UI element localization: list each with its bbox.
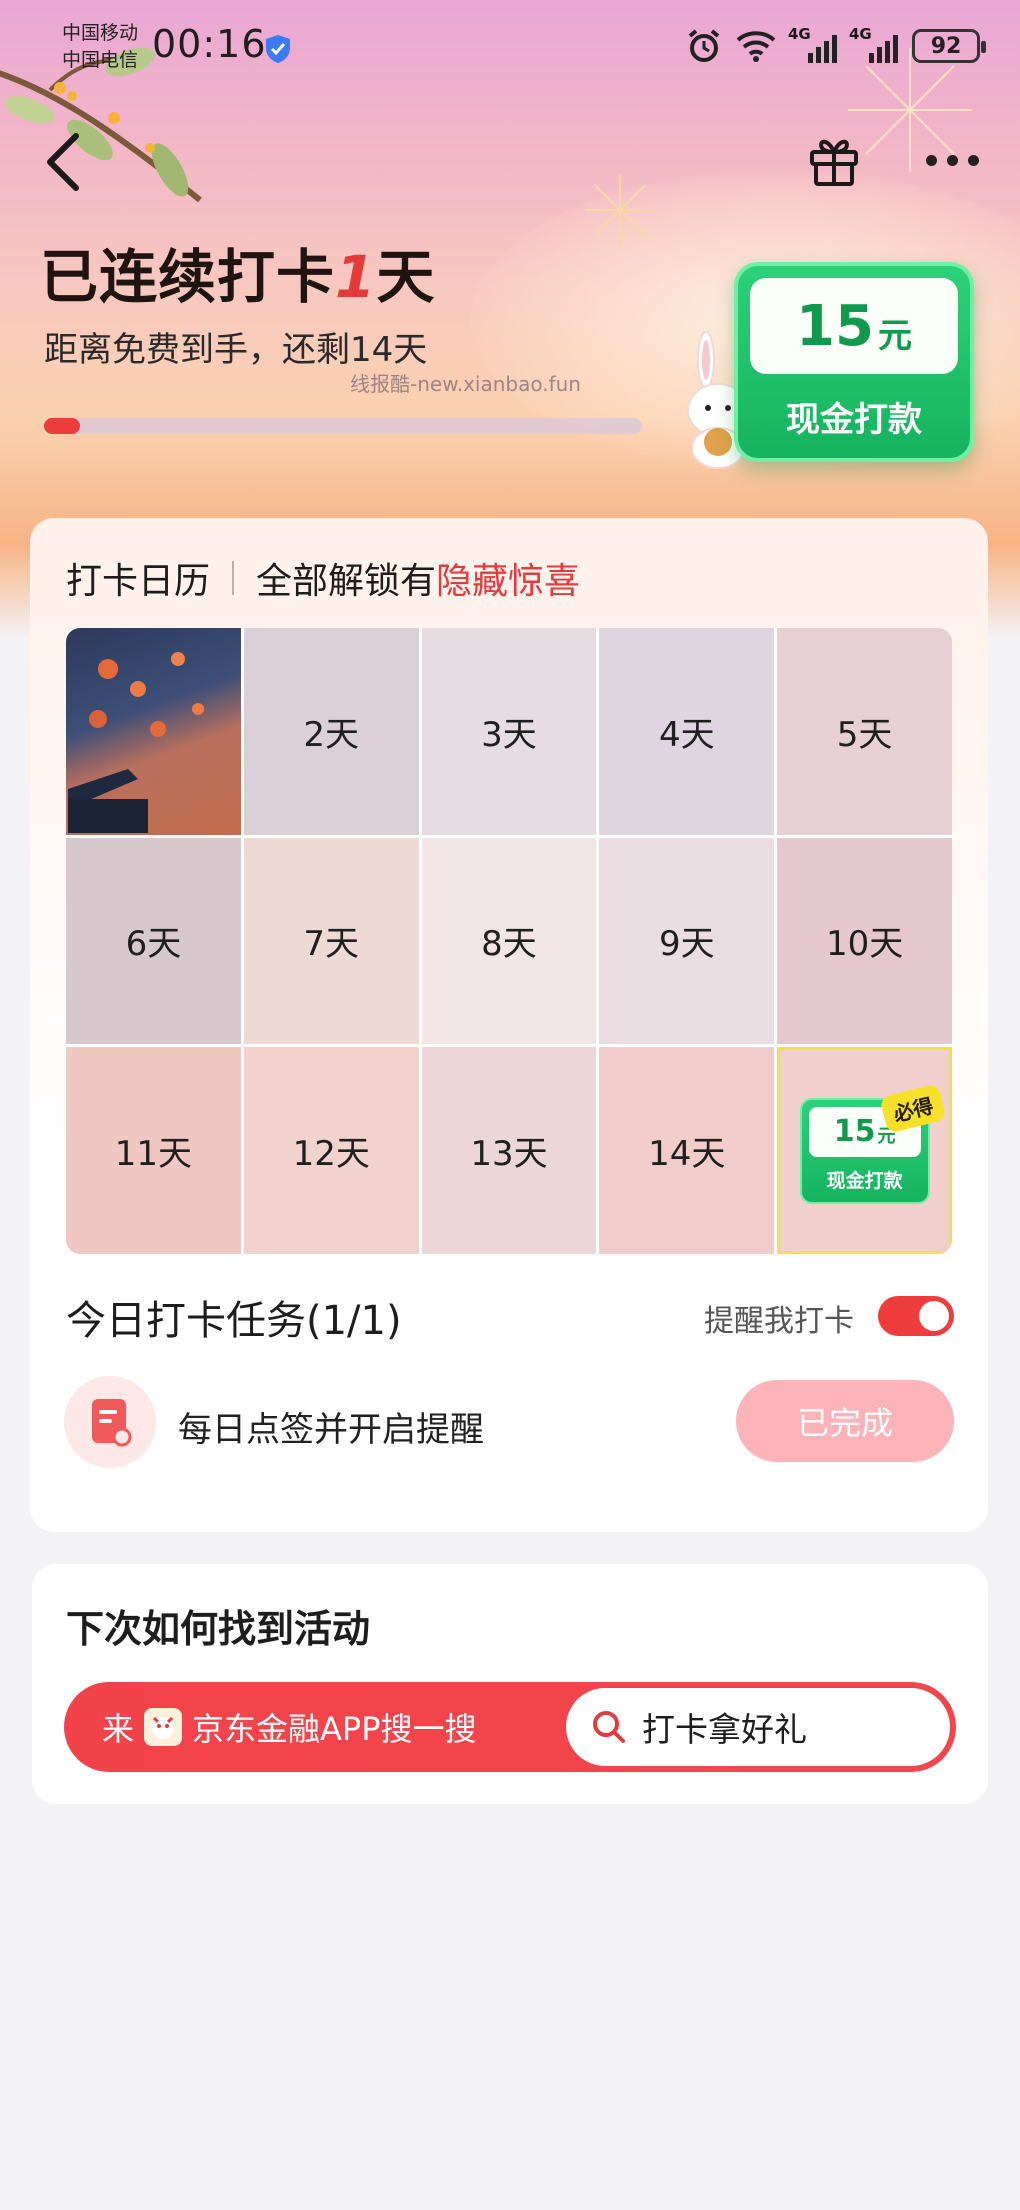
network-type-label: 4G [788,25,811,43]
streak-progress-bar [44,418,642,434]
cash-reward-card[interactable]: 15 元 现金打款 [734,262,974,462]
calendar-header: 打卡日历 全部解锁有隐藏惊喜 [66,552,580,604]
calendar-grid: 2天 3天 4天 5天 6天 7天 8天 9天 10天 11天 12天 13天 … [66,628,952,1254]
final-amount: 15 [833,1114,876,1150]
final-reward-label: 现金打款 [826,1169,903,1192]
search-keyword-pill: 打卡拿好礼 [566,1688,950,1766]
jd-finance-logo-icon [144,1708,183,1746]
status-bar: 中国移动 中国电信 00:16 4G 4G 92 [0,0,1020,100]
watermark: 线报酷-new.xianbao.fun [350,372,581,396]
day-cell: 7天 [243,837,419,1045]
search-app-text: 京东金融APP搜一搜 [192,1710,477,1748]
search-guide-text: 来 京东金融APP搜一搜 [102,1682,477,1772]
task-description: 每日点签并开启提醒 [178,1410,484,1450]
search-keyword: 打卡拿好礼 [642,1710,807,1749]
find-activity-card: 下次如何找到活动 来 京东金融APP搜一搜 打卡拿好礼 [32,1564,988,1804]
hint-highlight: 隐藏惊喜 [436,561,581,602]
signal-1: 4G [788,25,837,63]
day-cell: 5天 [777,628,952,835]
calendar-title: 打卡日历 [66,561,211,602]
remind-label: 提醒我打卡 [704,1304,854,1339]
day-1-cell-image [66,628,241,835]
remind-toggle[interactable] [878,1296,954,1336]
day-cell: 10天 [777,837,952,1045]
day-cell: 12天 [243,1047,419,1254]
headline-suffix: 天 [376,243,436,311]
carrier-2: 中国电信 [62,49,139,71]
status-time: 00:16 [152,22,267,66]
gift-icon[interactable] [806,132,862,188]
signal-bar [885,41,890,63]
shield-icon [266,35,290,63]
carrier-labels: 中国移动 中国电信 [62,20,138,74]
task-icon [64,1376,156,1468]
remaining-days-text: 距离免费到手，还剩14天 [44,330,428,370]
signal-bar [808,53,813,63]
search-prefix: 来 [102,1710,135,1748]
dot [926,154,937,166]
find-activity-title: 下次如何找到活动 [66,1607,371,1651]
day-cell: 13天 [421,1047,597,1254]
day-cell: 14天 [599,1047,775,1254]
wifi-icon [736,31,776,62]
streak-days: 1 [335,243,377,311]
day-15-final-reward-cell[interactable]: 15 元 现金打款 必得 [777,1047,952,1254]
day-cell: 9天 [599,837,775,1045]
streak-headline: 已连续打卡1天 [40,230,435,314]
signal-bar [893,35,898,63]
search-guide-bar[interactable]: 来 京东金融APP搜一搜 打卡拿好礼 [64,1682,956,1772]
network-type-label: 4G [849,25,872,43]
cash-reward-amount: 15 元 [750,278,958,374]
reward-amount: 15 [796,293,874,359]
more-options-icon[interactable] [926,152,990,168]
day-cell: 4天 [599,628,775,835]
search-icon [593,1711,625,1743]
carrier-1: 中国移动 [62,22,139,44]
task-completed-button[interactable]: 已完成 [736,1380,954,1462]
day-cell: 2天 [243,628,419,835]
alarm-icon [688,29,720,62]
dot [968,154,979,166]
signal-bar [832,35,837,63]
dot [947,154,958,166]
hint-prefix: 全部解锁有 [256,561,437,602]
guaranteed-badge: 必得 [879,1083,947,1135]
reward-unit: 元 [877,315,912,356]
signal-bar [869,53,874,63]
day-cell: 11天 [66,1047,241,1254]
firework-decoration [585,175,655,245]
osmanthus-night-illustration [68,652,205,834]
toggle-knob [919,1301,949,1331]
divider [232,561,235,595]
checkin-calendar-card: 打卡日历 全部解锁有隐藏惊喜 2天 3天 4天 5天 6天 7天 8天 9天 1… [30,518,988,1532]
signal-bar [824,41,829,63]
signal-bar [877,47,882,63]
day-cell: 6天 [66,837,241,1045]
headline-prefix: 已连续打卡 [40,243,336,311]
calendar-hint: 全部解锁有隐藏惊喜 [256,552,580,604]
status-icons: 4G 4G 92 [686,25,986,64]
battery-indicator: 92 [912,29,986,63]
reward-label: 现金打款 [786,400,922,440]
progress-fill [44,418,80,434]
signal-bar [816,47,821,63]
back-arrow-icon[interactable] [40,130,90,194]
checkin-note-icon [92,1399,132,1447]
day-cell: 8天 [421,837,597,1045]
day-cell: 3天 [421,628,597,835]
signal-2: 4G [849,25,898,63]
today-task-title: 今日打卡任务(1/1) [66,1298,402,1344]
